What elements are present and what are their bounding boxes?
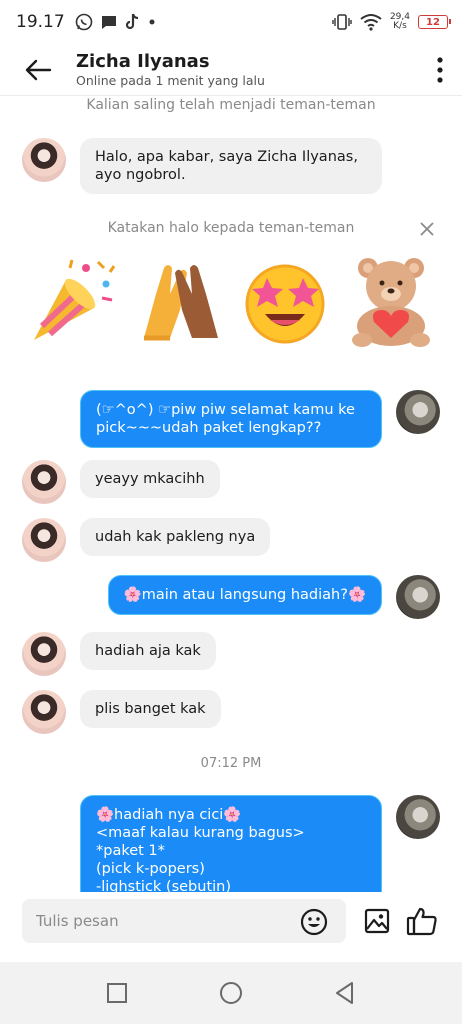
suggest-hello-text: Katakan halo kepada teman-teman bbox=[107, 220, 355, 236]
received-message[interactable]: udah kak pakleng nya bbox=[80, 518, 271, 556]
battery-icon: 12 bbox=[418, 15, 451, 29]
contact-avatar[interactable] bbox=[22, 632, 66, 676]
high-five-sticker[interactable] bbox=[136, 254, 226, 350]
chat-header: Zicha Ilyanas Online pada 1 menit yang l… bbox=[0, 44, 462, 96]
back-nav-icon[interactable] bbox=[332, 980, 358, 1006]
close-icon[interactable] bbox=[420, 222, 434, 236]
chat-screen: 19.17 29,4 K/s 12 Zicha Ilyanas Online p… bbox=[0, 0, 462, 1024]
star-eyes-sticker[interactable] bbox=[240, 254, 330, 350]
status-time: 19.17 bbox=[16, 12, 65, 32]
sticker-suggestions bbox=[0, 254, 462, 354]
thumbs-up-icon[interactable] bbox=[406, 905, 438, 937]
received-message[interactable]: yeayy mkacihh bbox=[80, 460, 220, 498]
sent-message[interactable]: 🌸main atau langsung hadiah?🌸 bbox=[107, 575, 382, 615]
contact-avatar[interactable] bbox=[22, 690, 66, 734]
wifi-icon bbox=[360, 14, 382, 31]
message-list[interactable]: Kalian saling telah menjadi teman-teman … bbox=[0, 96, 462, 892]
tiktok-icon bbox=[125, 13, 138, 30]
vibrate-icon bbox=[332, 14, 352, 30]
contact-avatar[interactable] bbox=[22, 518, 66, 562]
friends-notice: Kalian saling telah menjadi teman-teman bbox=[86, 97, 376, 113]
user-avatar[interactable] bbox=[396, 795, 440, 839]
battery-level: 12 bbox=[426, 16, 440, 28]
contact-avatar[interactable] bbox=[22, 460, 66, 504]
more-options-button[interactable] bbox=[418, 44, 462, 96]
user-avatar[interactable] bbox=[396, 575, 440, 619]
received-message[interactable]: plis banget kak bbox=[80, 690, 221, 728]
message-input-box[interactable] bbox=[22, 899, 346, 943]
home-icon[interactable] bbox=[218, 980, 244, 1006]
message-icon bbox=[101, 16, 116, 29]
teddy-bear-heart-sticker[interactable] bbox=[346, 254, 436, 350]
party-popper-sticker[interactable] bbox=[28, 254, 118, 350]
system-navigation-bar bbox=[0, 962, 462, 1024]
network-speed: 29,4 K/s bbox=[390, 13, 410, 31]
system-icons: 29,4 K/s 12 bbox=[332, 13, 451, 31]
status-bar: 19.17 29,4 K/s 12 bbox=[0, 0, 462, 44]
whatsapp-icon bbox=[75, 13, 92, 31]
more-vertical-icon bbox=[437, 56, 443, 83]
message-timestamp: 07:12 PM bbox=[200, 756, 262, 771]
network-speed-unit: K/s bbox=[393, 21, 407, 31]
back-button[interactable] bbox=[0, 44, 76, 96]
more-notifications-dot-icon bbox=[149, 19, 155, 25]
recent-apps-icon[interactable] bbox=[104, 980, 130, 1006]
message-composer bbox=[0, 892, 462, 950]
contact-info[interactable]: Zicha Ilyanas Online pada 1 menit yang l… bbox=[76, 51, 418, 89]
contact-status: Online pada 1 menit yang lalu bbox=[76, 72, 265, 88]
received-message[interactable]: hadiah aja kak bbox=[80, 632, 216, 670]
sent-message[interactable]: 🌸hadiah nya cici🌸 <maaf kalau kurang bag… bbox=[80, 795, 382, 892]
sent-message[interactable]: (☞^o^) ☞piw piw selamat kamu ke pick~~~u… bbox=[80, 390, 382, 448]
received-message[interactable]: Halo, apa kabar, saya Zicha Ilyanas, ayo… bbox=[80, 138, 382, 194]
emoji-icon[interactable] bbox=[300, 908, 328, 936]
message-input[interactable] bbox=[36, 912, 286, 930]
contact-avatar[interactable] bbox=[22, 138, 66, 182]
contact-name: Zicha Ilyanas bbox=[76, 50, 210, 72]
user-avatar[interactable] bbox=[396, 390, 440, 434]
arrow-left-icon bbox=[25, 59, 52, 80]
image-icon[interactable] bbox=[364, 908, 390, 934]
notification-icons bbox=[75, 13, 156, 31]
